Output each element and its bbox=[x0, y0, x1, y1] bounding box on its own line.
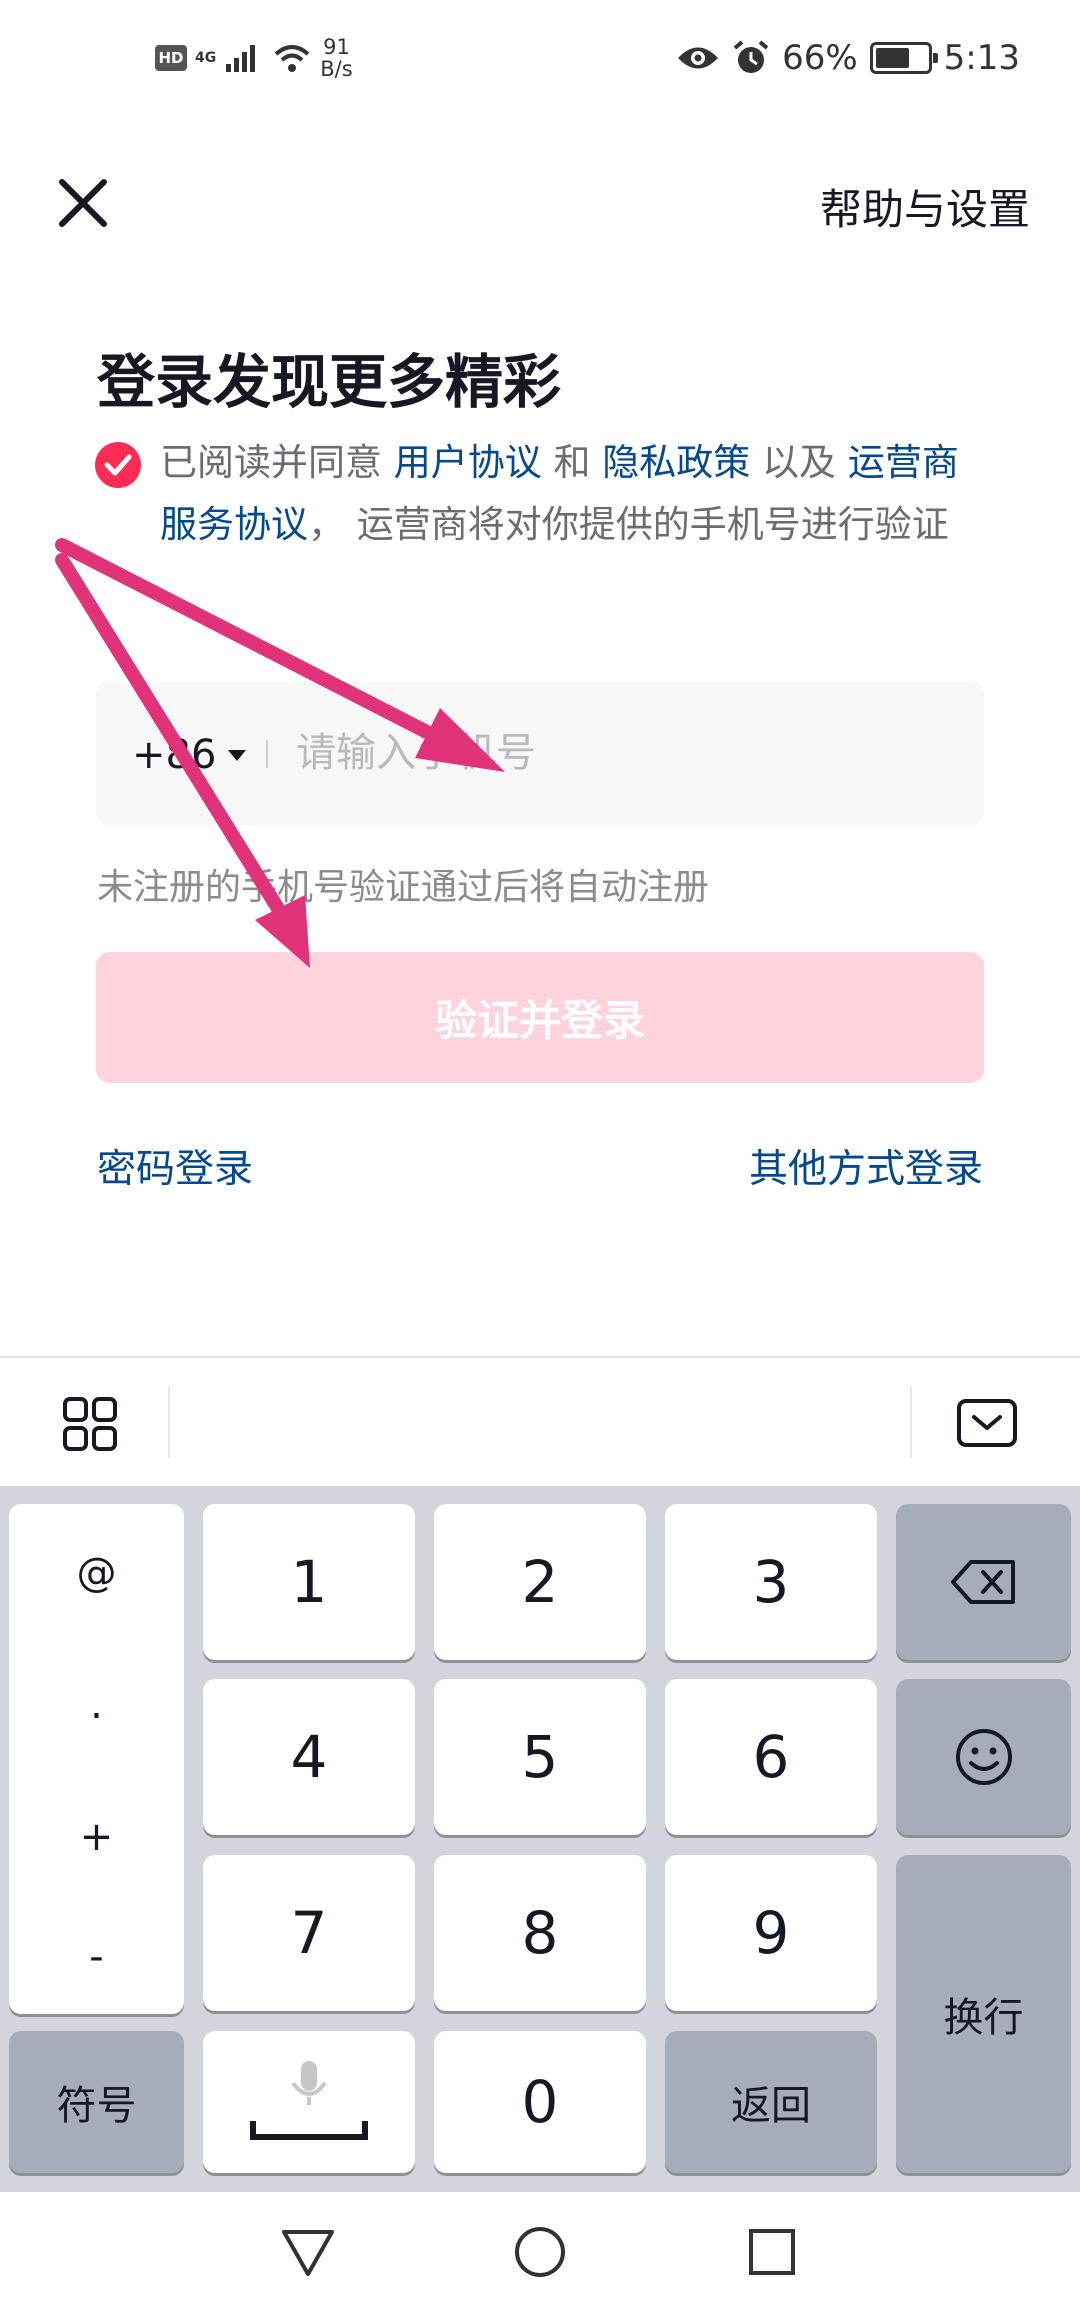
battery-fill bbox=[875, 48, 909, 68]
microphone-icon bbox=[250, 2061, 368, 2140]
status-right: 66% 5:13 bbox=[676, 38, 1020, 78]
privacy-policy-link[interactable]: 隐私政策 bbox=[602, 441, 750, 484]
agreement-text-3: 以及 bbox=[750, 441, 848, 484]
key-1[interactable]: 1 bbox=[203, 1504, 415, 1660]
battery-percent: 66% bbox=[782, 38, 858, 78]
emoji-key[interactable] bbox=[896, 1679, 1071, 1835]
network-speed-value: 91 bbox=[323, 35, 350, 59]
key-0[interactable]: 0 bbox=[434, 2031, 646, 2173]
user-agreement-link[interactable]: 用户协议 bbox=[394, 441, 542, 484]
battery-icon bbox=[869, 42, 938, 74]
phone-field: +86 bbox=[96, 682, 984, 825]
toolbar-divider bbox=[168, 1386, 170, 1458]
key-8[interactable]: 8 bbox=[434, 1855, 646, 2011]
recents-square-icon bbox=[749, 2229, 795, 2275]
return-key[interactable]: 返回 bbox=[665, 2031, 877, 2173]
agreement-text-2: 和 bbox=[541, 441, 603, 484]
agreement-text-1: 已阅读并同意 bbox=[160, 441, 394, 484]
keyboard-menu-button[interactable] bbox=[62, 1396, 118, 1452]
wifi-icon bbox=[274, 45, 310, 72]
key-5[interactable]: 5 bbox=[434, 1679, 646, 1835]
toolbar-divider bbox=[910, 1386, 912, 1458]
country-code: +86 bbox=[132, 732, 217, 778]
key-6[interactable]: 6 bbox=[665, 1679, 877, 1835]
register-hint: 未注册的手机号验证通过后将自动注册 bbox=[97, 867, 710, 908]
newline-key[interactable]: 换行 bbox=[896, 1855, 1071, 2173]
keyboard-toolbar bbox=[0, 1356, 1080, 1486]
help-settings-link[interactable]: 帮助与设置 bbox=[820, 176, 1030, 237]
back-nav-button[interactable] bbox=[278, 2222, 338, 2282]
key-7[interactable]: 7 bbox=[203, 1855, 415, 2011]
close-button[interactable] bbox=[52, 172, 114, 234]
space-voice-key[interactable] bbox=[203, 2031, 415, 2173]
alarm-icon bbox=[733, 40, 769, 73]
country-code-selector[interactable]: +86 bbox=[132, 732, 247, 778]
network-speed: 91 B/s bbox=[320, 36, 352, 80]
key-3[interactable]: 3 bbox=[665, 1504, 877, 1660]
key-plus[interactable]: + bbox=[9, 1814, 184, 1860]
signal-icon bbox=[226, 45, 256, 72]
hd-badge: HD bbox=[155, 45, 187, 71]
verify-login-button[interactable]: 验证并登录 bbox=[96, 952, 984, 1083]
key-9[interactable]: 9 bbox=[665, 1855, 877, 2011]
phone-input[interactable] bbox=[296, 718, 936, 788]
home-nav-button[interactable] bbox=[510, 2222, 570, 2282]
network-type: 4G bbox=[195, 50, 217, 66]
back-triangle-icon bbox=[282, 2230, 334, 2276]
status-left: HD 4G 91 B/s bbox=[155, 36, 353, 80]
agreement: 已阅读并同意 用户协议 和 隐私政策 以及 运营商服务协议， 运营商将对你提供的… bbox=[95, 432, 975, 556]
network-speed-unit: B/s bbox=[320, 57, 353, 81]
keyboard-hide-icon bbox=[957, 1399, 1017, 1447]
key-4[interactable]: 4 bbox=[203, 1679, 415, 1835]
symbol-column[interactable]: @ . + - bbox=[9, 1504, 184, 2014]
smiley-icon bbox=[955, 1729, 1012, 1785]
eye-icon bbox=[678, 47, 719, 69]
caret-down-icon bbox=[228, 749, 247, 761]
status-bar: HD 4G 91 B/s 66% 5:13 bbox=[0, 0, 1080, 120]
field-divider bbox=[266, 740, 268, 768]
clock: 5:13 bbox=[943, 38, 1020, 78]
key-at[interactable]: @ bbox=[9, 1550, 184, 1596]
key-2[interactable]: 2 bbox=[434, 1504, 646, 1660]
other-login-link[interactable]: 其他方式登录 bbox=[749, 1138, 983, 1194]
close-icon bbox=[59, 179, 107, 227]
recents-nav-button[interactable] bbox=[742, 2222, 802, 2282]
backspace-icon bbox=[950, 1560, 1015, 1604]
agreement-checkbox[interactable] bbox=[95, 442, 141, 488]
numeric-keyboard: @ . + - 1 2 3 4 5 6 7 8 9 换行 符号 0 返回 bbox=[0, 1486, 1080, 2192]
home-circle-icon bbox=[515, 2227, 565, 2277]
backspace-key[interactable] bbox=[896, 1504, 1071, 1660]
agreement-text: 已阅读并同意 用户协议 和 隐私政策 以及 运营商服务协议， 运营商将对你提供的… bbox=[95, 432, 975, 556]
page-title: 登录发现更多精彩 bbox=[97, 348, 562, 416]
grid-icon bbox=[63, 1397, 117, 1451]
password-login-link[interactable]: 密码登录 bbox=[97, 1138, 253, 1194]
key-minus[interactable]: - bbox=[9, 1934, 184, 1980]
symbol-key[interactable]: 符号 bbox=[9, 2031, 184, 2173]
agreement-text-4: ， 运营商将对你提供的手机号进行验证 bbox=[308, 503, 949, 546]
hide-keyboard-button[interactable] bbox=[956, 1398, 1018, 1448]
navigation-bar bbox=[0, 2192, 1080, 2310]
key-dot[interactable]: . bbox=[9, 1682, 184, 1728]
check-icon bbox=[104, 454, 132, 476]
